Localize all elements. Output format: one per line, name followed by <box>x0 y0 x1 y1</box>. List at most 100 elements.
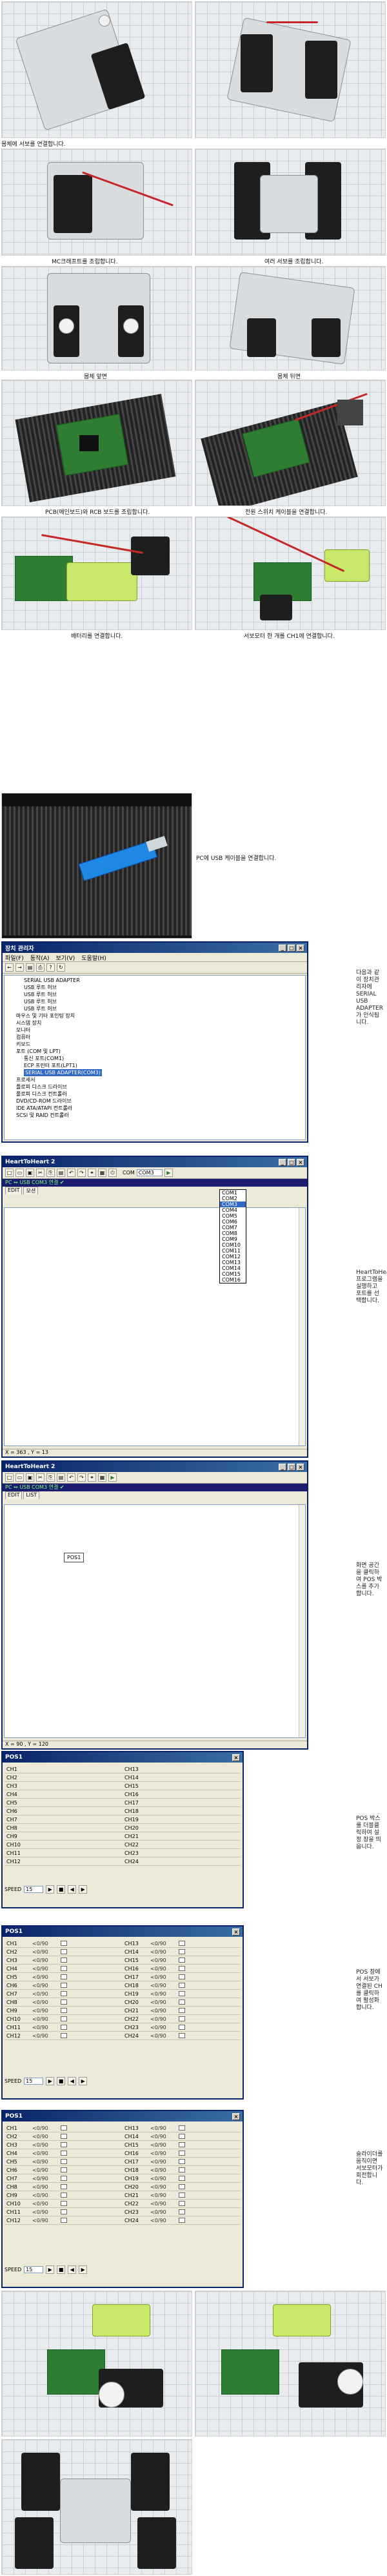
pos-channel-cell[interactable]: CH12 <box>5 1859 123 1865</box>
com-option[interactable]: COM10 <box>220 1242 246 1248</box>
device-tree-item[interactable]: 마우스 및 기타 포인팅 장치 <box>7 1012 303 1019</box>
menu-file[interactable]: 파일(F) <box>5 954 24 962</box>
menu-view[interactable]: 보기(V) <box>56 954 75 962</box>
close-icon[interactable]: × <box>232 1928 240 1936</box>
pos-channel-cell[interactable]: CH20 <0/90 <box>123 2184 241 2190</box>
channel-enable-checkbox[interactable] <box>179 1949 185 1954</box>
minimize-icon[interactable]: _ <box>279 1463 286 1471</box>
pos-channel-cell[interactable]: CH5 <0/90 <box>5 1974 123 1980</box>
com-option[interactable]: COM16 <box>220 1277 246 1283</box>
heart-titlebar-2[interactable]: HeartToHeart 2 _ □ × <box>3 1462 307 1472</box>
pos-channel-cell[interactable]: CH10 <0/90 <box>5 2201 123 2207</box>
com-option[interactable]: COM13 <box>220 1260 246 1265</box>
channel-enable-checkbox[interactable] <box>61 1974 67 1979</box>
pos-channel-cell[interactable]: CH17 <box>123 1800 241 1806</box>
pos-channel-cell[interactable]: CH14 <0/90 <box>123 1949 241 1955</box>
pos-channel-cell[interactable]: CH5 <0/90 <box>5 2159 123 2165</box>
close-icon[interactable]: × <box>232 1753 240 1761</box>
tab-motion[interactable]: 모션 <box>23 1187 39 1194</box>
com-option[interactable]: COM6 <box>220 1219 246 1225</box>
pos-channel-cell[interactable]: CH22 <0/90 <box>123 2016 241 2022</box>
pos-channel-cell[interactable]: CH19 <box>123 1817 241 1823</box>
device-tree-item[interactable]: 컴퓨터 <box>7 1034 303 1041</box>
channel-enable-checkbox[interactable] <box>179 2142 185 2147</box>
channel-enable-checkbox[interactable] <box>179 1958 185 1963</box>
device-tree-item[interactable]: 플로피 디스크 컨트롤러 <box>7 1090 303 1098</box>
heart-titlebar-1[interactable]: HeartToHeart 2 _ □ × <box>3 1157 307 1167</box>
device-tree-item[interactable]: 플로피 디스크 드라이브 <box>7 1083 303 1090</box>
cut-icon[interactable]: ✂ <box>36 1473 45 1482</box>
channel-enable-checkbox[interactable] <box>179 2016 185 2021</box>
prev-icon[interactable]: ◀ <box>68 2076 77 2085</box>
pos-channel-cell[interactable]: CH11 <0/90 <box>5 2209 123 2215</box>
speed-input[interactable]: 15 <box>24 2077 44 2085</box>
pos-channel-cell[interactable]: CH24 <box>123 1859 241 1865</box>
plug-icon[interactable]: ⏻ <box>108 1169 117 1177</box>
device-tree-item[interactable]: USB 루트 허브 <box>7 991 303 998</box>
channel-enable-checkbox[interactable] <box>179 2125 185 2131</box>
channel-enable-checkbox[interactable] <box>61 2167 67 2172</box>
close-icon[interactable]: × <box>232 2112 240 2120</box>
device-manager-titlebar[interactable]: 장치 관리자 _ □ × <box>3 943 307 953</box>
pos-channel-cell[interactable]: CH2 <0/90 <box>5 2134 123 2140</box>
pos-channel-cell[interactable]: CH21 <box>123 1834 241 1839</box>
channel-enable-checkbox[interactable] <box>61 2176 67 2181</box>
tab-list[interactable]: LIST <box>23 1491 40 1499</box>
pos-channel-cell[interactable]: CH10 <box>5 1842 123 1848</box>
pos-titlebar[interactable]: POS1 × <box>3 1752 243 1763</box>
pos-channel-cell[interactable]: CH2 <0/90 <box>5 1949 123 1955</box>
play-icon[interactable]: ▶ <box>46 2076 55 2085</box>
pos-channel-cell[interactable]: CH19 <0/90 <box>123 1991 241 1997</box>
help-icon[interactable]: ? <box>46 963 55 972</box>
pos-channel-cell[interactable]: CH7 <box>5 1817 123 1823</box>
device-tree-item[interactable]: USB 루트 허브 <box>7 998 303 1005</box>
channel-enable-checkbox[interactable] <box>61 2025 67 2030</box>
link-icon[interactable]: ⚭ <box>88 1169 96 1177</box>
pos-channel-cell[interactable]: CH18 <0/90 <box>123 1983 241 1988</box>
com-option[interactable]: COM2 <box>220 1196 246 1201</box>
channel-enable-checkbox[interactable] <box>179 2209 185 2214</box>
channel-enable-checkbox[interactable] <box>61 1958 67 1963</box>
pos-channel-cell[interactable]: CH3 <0/90 <box>5 2142 123 2148</box>
play-icon[interactable]: ▶ <box>108 1473 117 1482</box>
refresh-icon[interactable]: ↻ <box>57 963 65 972</box>
channel-enable-checkbox[interactable] <box>179 2151 185 2156</box>
open-icon[interactable]: ▭ <box>15 1473 24 1482</box>
pos-channel-cell[interactable]: CH18 <0/90 <box>123 2167 241 2173</box>
pos-channel-cell[interactable]: CH7 <0/90 <box>5 1991 123 1997</box>
speed-input[interactable]: 15 <box>24 2265 44 2273</box>
close-icon[interactable]: × <box>297 944 304 952</box>
pos-channel-cell[interactable]: CH3 <box>5 1783 123 1789</box>
pos-channel-cell[interactable]: CH14 <box>123 1775 241 1781</box>
pos-channel-cell[interactable]: CH24 <0/90 <box>123 2218 241 2223</box>
tab-edit[interactable]: EDIT <box>5 1187 23 1194</box>
channel-enable-checkbox[interactable] <box>61 2033 67 2038</box>
device-tree-item[interactable]: USB 루트 허브 <box>7 1005 303 1012</box>
pos-channel-cell[interactable]: CH4 <box>5 1792 123 1797</box>
com-option[interactable]: COM12 <box>220 1254 246 1260</box>
pos-channel-cell[interactable]: CH13 <box>123 1766 241 1772</box>
channel-enable-checkbox[interactable] <box>179 2184 185 2189</box>
pos-channel-cell[interactable]: CH12 <0/90 <box>5 2218 123 2223</box>
link-icon[interactable]: ⚭ <box>88 1473 96 1482</box>
pos-channel-cell[interactable]: CH6 <0/90 <box>5 2167 123 2173</box>
pos-channel-cell[interactable]: CH1 <0/90 <box>5 1941 123 1947</box>
pos-channel-cell[interactable]: CH1 <box>5 1766 123 1772</box>
pos-channel-cell[interactable]: CH17 <0/90 <box>123 2159 241 2165</box>
channel-enable-checkbox[interactable] <box>61 2016 67 2021</box>
pos-channel-cell[interactable]: CH4 <0/90 <box>5 2151 123 2156</box>
pos-channel-cell[interactable]: CH3 <0/90 <box>5 1958 123 1963</box>
back-icon[interactable]: ← <box>5 963 14 972</box>
device-tree-item[interactable]: 포트 (COM 및 LPT) <box>7 1048 303 1055</box>
pos-channel-cell[interactable]: CH15 <box>123 1783 241 1789</box>
maximize-icon[interactable]: □ <box>288 1463 295 1471</box>
pos-channel-cell[interactable]: CH21 <0/90 <box>123 2008 241 2014</box>
channel-enable-checkbox[interactable] <box>61 2134 67 2139</box>
pos-channel-cell[interactable]: CH12 <0/90 <box>5 2033 123 2039</box>
com-option[interactable]: COM9 <box>220 1236 246 1242</box>
channel-enable-checkbox[interactable] <box>61 2184 67 2189</box>
channel-enable-checkbox[interactable] <box>61 2193 67 2198</box>
com-option[interactable]: COM15 <box>220 1271 246 1277</box>
next-icon[interactable]: ▶ <box>79 2265 88 2274</box>
new-icon[interactable]: □ <box>5 1169 14 1177</box>
